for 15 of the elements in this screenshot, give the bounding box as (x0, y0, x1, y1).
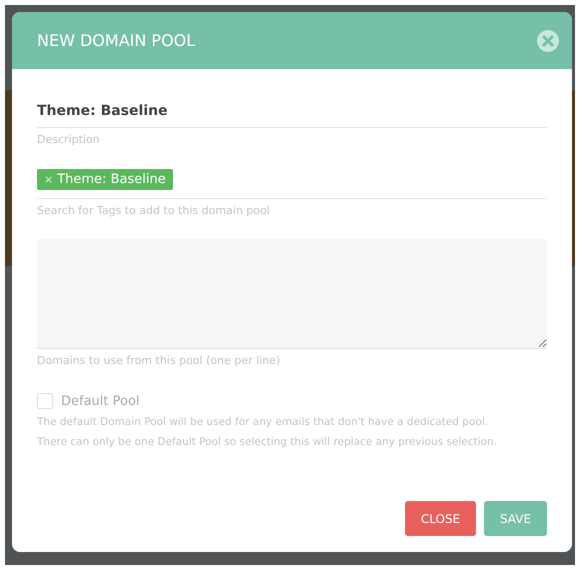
tag-label: Theme: Baseline (57, 172, 166, 187)
save-button[interactable]: SAVE (484, 501, 547, 536)
domains-textarea[interactable] (37, 239, 547, 349)
field-hint: Search for Tags to add to this domain pool (37, 204, 271, 217)
close-icon[interactable] (537, 30, 559, 52)
field-hint: Domains to use from this pool (one per line) (37, 354, 282, 367)
dialog-title: NEW DOMAIN POOL (37, 31, 196, 50)
remove-tag-button[interactable]: × (44, 173, 54, 186)
help-text: There can only be one Default Pool so selecting this will replace any previous selection. (37, 435, 498, 449)
help-text: The default Domain Pool will be used for any emails that don't have a dedicated pool. (37, 415, 490, 429)
close-button[interactable]: CLOSE (405, 501, 476, 536)
checkbox[interactable] (37, 393, 53, 409)
field-hint: Description (37, 133, 101, 146)
checkbox-label: Default Pool (61, 394, 140, 408)
tags-field[interactable]: × Theme: Baseline (37, 168, 547, 199)
